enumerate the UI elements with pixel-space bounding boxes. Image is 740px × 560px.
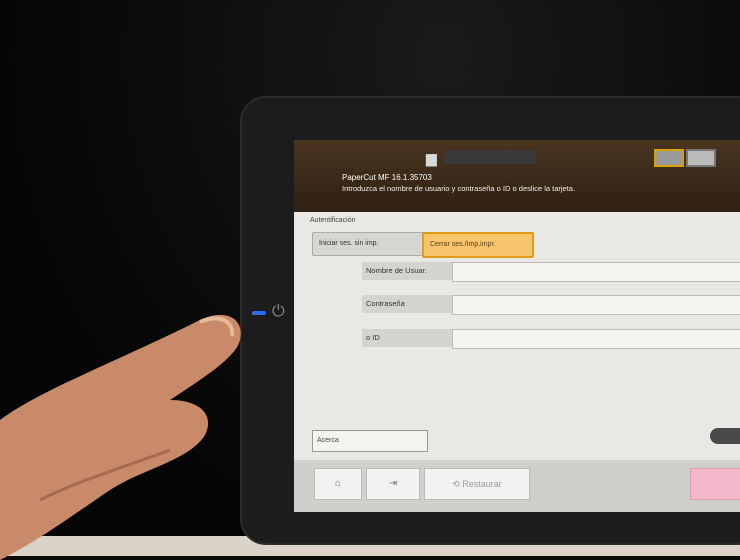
printer-icon: ▆ [426, 150, 437, 166]
login-instruction: Introduzca el nombre de usuario y contra… [342, 184, 576, 193]
login-release-button[interactable]: Cerrar ses./Imp.impr. [422, 232, 534, 258]
username-field[interactable] [452, 262, 740, 282]
app-name: PaperCut MF 16.1.35703 [342, 173, 432, 182]
restore-label: Restaurar [462, 479, 502, 489]
login-no-print-button[interactable]: Iniciar ses. sin imp. [312, 232, 426, 256]
login-button[interactable] [710, 428, 740, 444]
restore-button[interactable]: ⟲ Restaurar [424, 468, 530, 500]
power-icon[interactable]: ⏻ [272, 303, 285, 321]
printer-screen: ▆ PaperCut MF 16.1.35703 Introduzca el n… [294, 140, 740, 512]
start-button[interactable] [690, 468, 740, 500]
password-label: Contraseña [362, 295, 452, 313]
password-field[interactable] [452, 295, 740, 315]
header-button-2[interactable] [686, 149, 716, 167]
username-label: Nombre de Usuar. [362, 262, 452, 280]
logout-icon[interactable]: ⇥ [366, 468, 420, 500]
home-icon[interactable]: ⌂ [314, 468, 362, 500]
pointing-hand [0, 314, 241, 560]
id-label: o ID [362, 329, 452, 347]
bottom-bar: ⌂ ⇥ ⟲ Restaurar [294, 460, 740, 512]
header-button-1[interactable] [654, 149, 684, 167]
status-text [444, 150, 536, 164]
about-button[interactable]: Acerca [312, 430, 428, 452]
panel-title: Autentificación [310, 217, 356, 224]
id-field[interactable] [452, 329, 740, 349]
auth-panel: Autentificación Iniciar ses. sin imp. Ce… [294, 212, 740, 460]
screen-header: ▆ PaperCut MF 16.1.35703 Introduzca el n… [294, 140, 740, 212]
restore-icon: ⟲ [452, 479, 460, 489]
